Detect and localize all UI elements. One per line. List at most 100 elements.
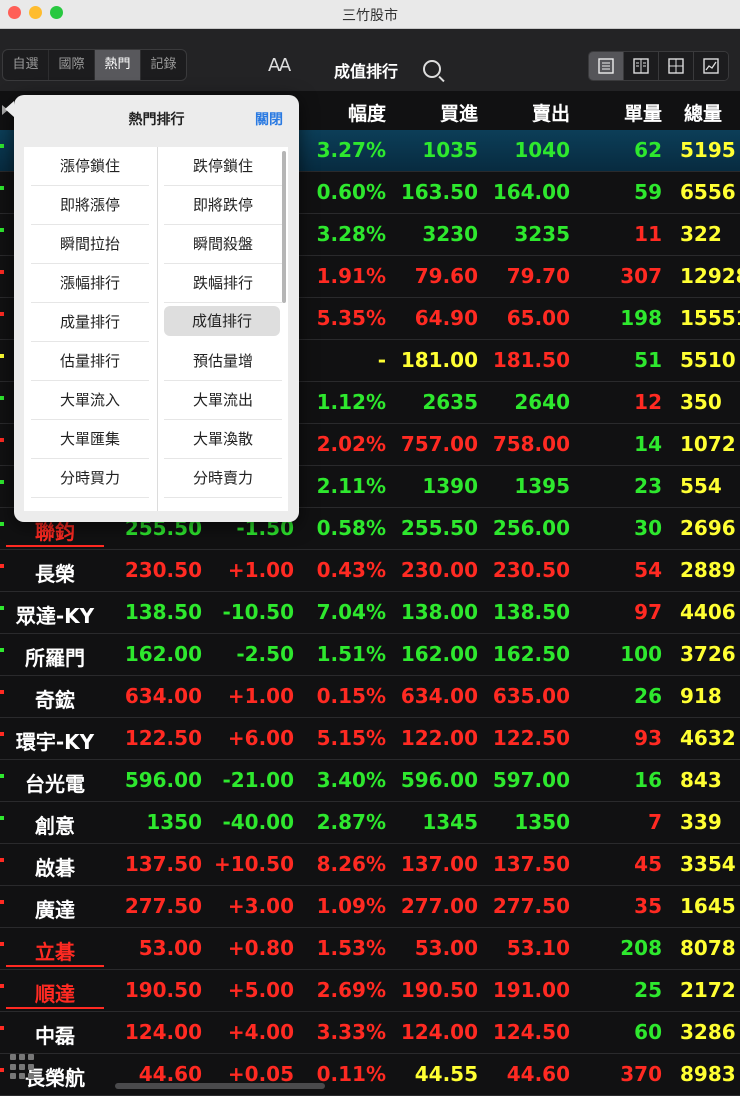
cell-vol: 26 [634,684,662,708]
cell-pct: 2.02% [316,432,386,456]
cell-name: 所羅門 [25,646,85,670]
ranking-option[interactable]: 即將跌停 [164,186,282,225]
cell-buy: 277.00 [400,894,478,918]
trend-marker-icon [0,900,4,904]
tab-history[interactable]: 記錄 [141,50,186,80]
ranking-option[interactable]: 即將漲停 [31,186,149,225]
trend-marker-icon [0,396,4,400]
quote-row[interactable]: 立碁 53.00 +0.80 1.53% 53.00 53.10 208 8078 [0,928,740,970]
quote-row[interactable]: 創意 1350 -40.00 2.87% 1345 1350 7 339 [0,802,740,844]
cell-total: 2889 [680,558,736,582]
cell-total: 339 [680,810,722,834]
ranking-option[interactable]: 分時買力 [31,459,149,498]
tab-international[interactable]: 國際 [49,50,95,80]
toolbar: 自選 國際 熱門 記錄 AA 成值排行 [0,29,740,91]
ranking-option[interactable]: 成值排行 [164,306,280,336]
cell-chg: +10.50 [213,852,294,876]
trend-marker-icon [0,522,4,526]
ranking-option[interactable]: 預估量增 [164,342,282,381]
font-size-button[interactable]: AA [268,55,291,76]
quote-row[interactable]: 中磊 124.00 +4.00 3.33% 124.00 124.50 60 3286 [0,1012,740,1054]
ranking-option[interactable]: 瞬間殺盤 [164,225,282,264]
cell-buy: 181.00 [400,348,478,372]
trend-marker-icon [0,354,4,358]
popup-close-button[interactable]: 關閉 [255,109,283,129]
cell-total: 554 [680,474,722,498]
search-icon[interactable] [423,60,441,78]
quote-row[interactable]: 眾達-KY 138.50 -10.50 7.04% 138.00 138.50 97 4406 [0,592,740,634]
quote-row[interactable]: 環宇-KY 122.50 +6.00 5.15% 122.00 122.50 93 4632 [0,718,740,760]
name-underline [6,545,104,547]
cell-buy: 757.00 [400,432,478,456]
cell-pct: - [377,348,386,372]
ranking-option[interactable]: 漲停鎖住 [31,147,149,186]
ranking-option[interactable]: 大單匯集 [31,420,149,459]
quote-row[interactable]: 長榮 230.50 +1.00 0.43% 230.00 230.50 54 2889 [0,550,740,592]
ranking-option[interactable]: 漲幅排行 [31,264,149,303]
cell-total: 4632 [680,726,736,750]
cell-chg: +6.00 [227,726,294,750]
cell-sell: 122.50 [492,726,570,750]
window-titlebar: 三竹股市 [0,0,740,29]
cell-total: 5510 [680,348,736,372]
horizontal-scrollbar[interactable] [115,1083,325,1089]
quote-row[interactable]: 廣達 277.50 +3.00 1.09% 277.00 277.50 35 1645 [0,886,740,928]
trend-marker-icon [0,816,4,820]
quote-row[interactable]: 台光電 596.00 -21.00 3.40% 596.00 597.00 16 843 [0,760,740,802]
app-grid-icon[interactable] [10,1054,36,1080]
cell-total: 3354 [680,852,736,876]
tab-hot[interactable]: 熱門 [95,50,141,80]
cell-sell: 2640 [514,390,570,414]
cell-total: 5195 [680,138,736,162]
cell-pct: 8.26% [316,852,386,876]
cell-pct: 3.27% [316,138,386,162]
cell-chg: +1.00 [227,684,294,708]
trend-marker-icon [0,1026,4,1030]
quote-row[interactable]: 奇鋐 634.00 +1.00 0.15% 634.00 635.00 26 918 [0,676,740,718]
quote-row[interactable]: 啟碁 137.50 +10.50 8.26% 137.00 137.50 45 3354 [0,844,740,886]
list-view-button[interactable] [589,52,624,80]
cell-vol: 54 [634,558,662,582]
cell-total: 2172 [680,978,736,1002]
cell-price: 277.50 [124,894,202,918]
cell-vol: 60 [634,1020,662,1044]
column-view-button[interactable] [624,52,659,80]
cell-buy: 122.00 [400,726,478,750]
cell-pct: 2.69% [316,978,386,1002]
ranking-option[interactable]: 跌停鎖住 [164,147,282,186]
chart-view-button[interactable] [694,52,728,80]
cell-total: 3726 [680,642,736,666]
quote-row[interactable]: 順達 190.50 +5.00 2.69% 190.50 191.00 25 2172 [0,970,740,1012]
view-mode-switch [588,51,729,81]
name-underline [6,965,104,967]
ranking-option[interactable]: 成量排行 [31,303,149,342]
ranking-option[interactable]: 跌幅排行 [164,264,282,303]
ranking-option[interactable]: 大單流出 [164,381,282,420]
grid-view-icon [668,58,684,74]
header-sell[interactable]: 賣出 [532,99,570,126]
header-buy[interactable]: 買進 [440,99,478,126]
cell-name: 眾達-KY [15,604,95,628]
cell-vol: 45 [634,852,662,876]
quote-row[interactable]: 所羅門 162.00 -2.50 1.51% 162.00 162.50 100 3726 [0,634,740,676]
cell-total: 2696 [680,516,736,540]
header-total[interactable]: 總量 [684,99,722,126]
ranking-option[interactable]: 分時賣力 [164,459,282,498]
cell-total: 1072 [680,432,736,456]
grid-view-button[interactable] [659,52,694,80]
ranking-option[interactable]: 大單流入 [31,381,149,420]
ranking-option[interactable]: 瞬間拉抬 [31,225,149,264]
ranking-option[interactable]: 估量排行 [31,342,149,381]
tab-favorites[interactable]: 自選 [3,50,49,80]
ranking-option[interactable]: 大單渙散 [164,420,282,459]
column-divider [157,147,158,511]
cell-sell: 1395 [514,474,570,498]
cell-vol: 25 [634,978,662,1002]
popup-scrollbar[interactable] [282,151,286,303]
cell-vol: 198 [620,306,662,330]
cell-total: 12928 [680,264,740,288]
header-pct[interactable]: 幅度 [348,99,386,126]
trend-marker-icon [0,186,4,190]
header-vol[interactable]: 單量 [624,99,662,126]
cell-buy: 1035 [422,138,478,162]
